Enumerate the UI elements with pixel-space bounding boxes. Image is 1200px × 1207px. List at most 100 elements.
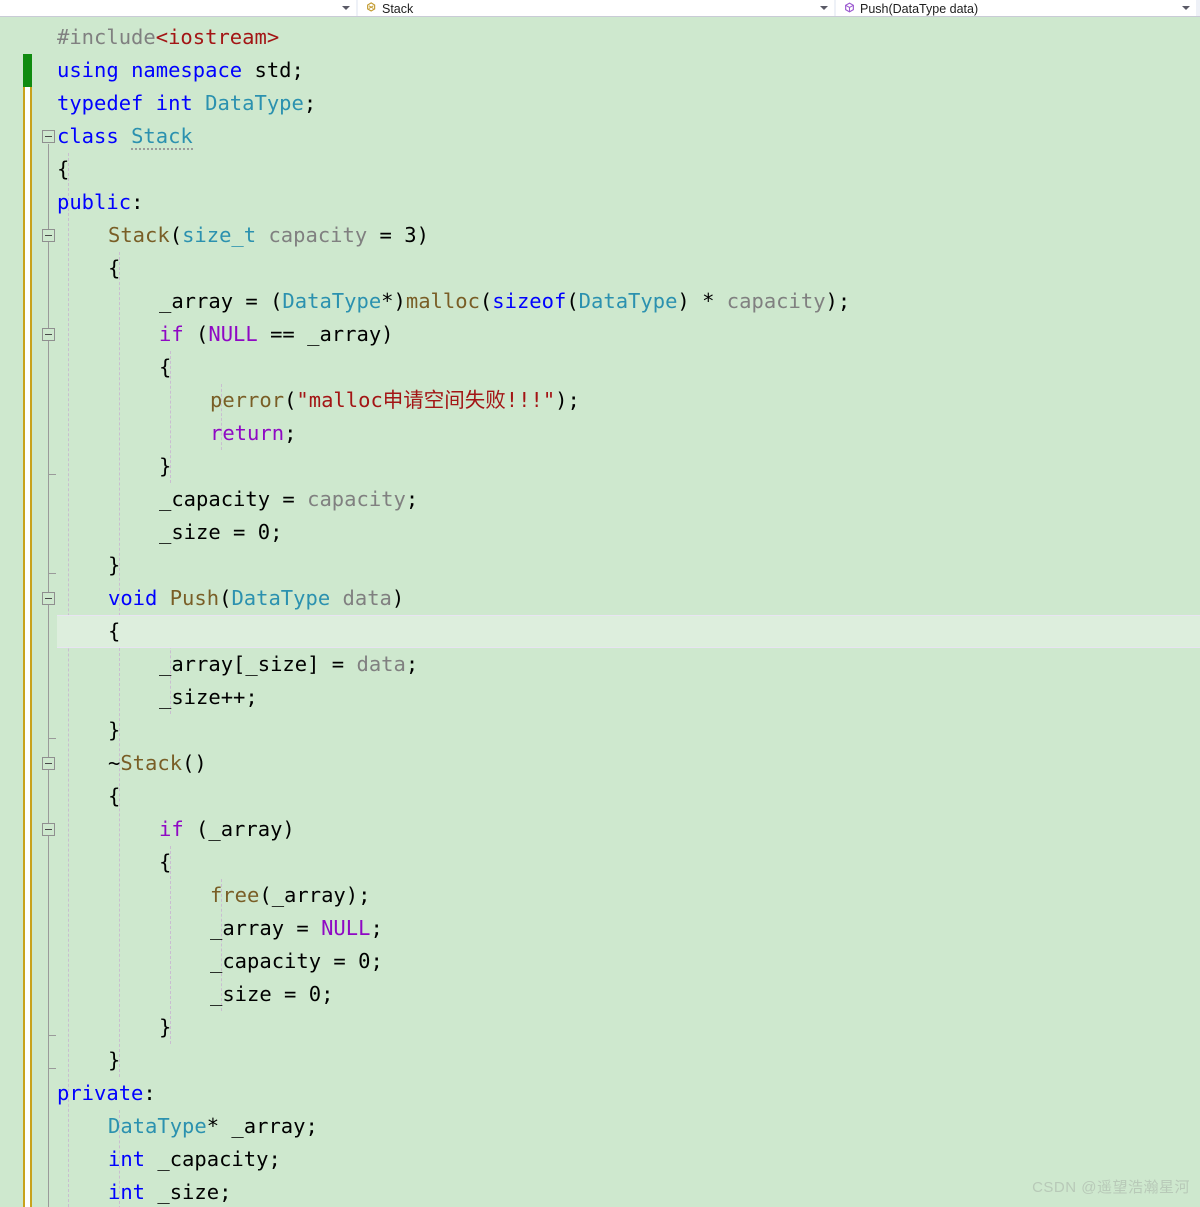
code-line[interactable]: _array = NULL; [0,912,1200,945]
code-token: Stack [108,223,170,247]
code-token: capacity [268,223,368,247]
code-token: } [108,718,121,742]
code-line[interactable]: } [0,1011,1200,1044]
code-line[interactable]: _size = 0; [0,978,1200,1011]
code-line[interactable]: #include<iostream> [0,21,1200,54]
chevron-down-icon[interactable] [342,6,350,10]
code-line[interactable]: { [0,615,1200,648]
code-token: using [57,58,119,82]
code-token: () [182,751,207,775]
code-token: _capacity; [145,1147,281,1171]
code-line[interactable]: if (NULL == _array) [0,318,1200,351]
code-token: Stack [131,124,193,150]
code-token: NULL [321,916,371,940]
code-token: sizeof [492,289,567,313]
code-line[interactable]: { [0,252,1200,285]
code-line[interactable]: { [0,351,1200,384]
code-token: capacity [307,487,406,511]
code-line[interactable]: } [0,1044,1200,1077]
code-token: _array[_size] = [159,652,357,676]
code-line[interactable]: _size = 0; [0,516,1200,549]
code-line[interactable]: _array = (DataType*)malloc(sizeof(DataTy… [0,285,1200,318]
chevron-down-icon[interactable] [1182,6,1190,10]
code-token: _size++; [159,685,258,709]
code-token: _size; [145,1180,232,1204]
code-line[interactable]: } [0,549,1200,582]
chevron-down-icon[interactable] [820,6,828,10]
code-editor[interactable]: #include<iostream> using namespace std; ty… [0,17,1200,1207]
code-token: DataType [231,586,331,610]
code-token: } [159,454,172,478]
code-token: ~ [108,751,121,775]
code-line[interactable]: perror("malloc申请空间失败!!!"); [0,384,1200,417]
code-token: ( [183,322,209,346]
code-token: int [108,1180,146,1204]
code-token: void [108,586,158,610]
code-token: ) [391,586,405,610]
csdn-watermark: CSDN @遥望浩瀚星河 [1032,1179,1190,1196]
code-token: data [342,586,392,610]
code-token: { [159,355,172,379]
code-line[interactable]: return; [0,417,1200,450]
code-line[interactable]: } [0,450,1200,483]
code-token: Push [169,586,220,610]
code-token: DataType [578,289,678,313]
code-token: ; [405,652,419,676]
class-dropdown[interactable]: Stack [358,0,836,16]
scope-dropdown[interactable] [0,0,358,16]
editor-navigation-bar: Stack Push(DataType data) [0,0,1200,17]
code-token: int [155,91,193,115]
code-token: ); [555,388,580,412]
code-line[interactable]: class Stack [0,120,1200,153]
code-token: : [143,1081,156,1105]
code-token: ( [479,289,493,313]
code-token: ; [405,487,419,511]
code-token: ; [303,91,317,115]
code-line[interactable]: _capacity = 0; [0,945,1200,978]
code-line[interactable]: int _capacity; [0,1143,1200,1176]
code-line[interactable]: _array[_size] = data; [0,648,1200,681]
code-token: { [108,256,121,280]
code-token: perror [210,388,285,412]
code-token: } [108,553,121,577]
code-line[interactable]: Stack(size_t capacity = 3) [0,219,1200,252]
code-token: _size = 0; [210,982,334,1006]
code-line[interactable]: int _size; [0,1176,1200,1207]
code-line[interactable]: { [0,846,1200,879]
code-line[interactable]: if (_array) [0,813,1200,846]
code-token: data [356,652,406,676]
code-token: } [108,1048,121,1072]
code-line[interactable]: private: [0,1077,1200,1110]
code-line[interactable]: { [0,153,1200,186]
code-line[interactable]: { [0,780,1200,813]
code-line[interactable]: DataType* _array; [0,1110,1200,1143]
code-line[interactable]: void Push(DataType data) [0,582,1200,615]
code-line[interactable]: _size++; [0,681,1200,714]
code-token: _size = 0; [159,520,283,544]
code-token: if [159,817,184,841]
code-line[interactable]: ~Stack() [0,747,1200,780]
code-token: : [131,190,144,214]
method-dropdown[interactable]: Push(DataType data) [836,0,1198,16]
code-token: if [159,322,184,346]
code-line[interactable]: free(_array); [0,879,1200,912]
code-token: * _array; [206,1114,318,1138]
code-line[interactable]: using namespace std; [0,54,1200,87]
code-line[interactable]: } [0,714,1200,747]
code-line[interactable]: typedef int DataType; [0,87,1200,120]
code-token: = 3) [367,223,429,247]
code-token: { [159,850,172,874]
code-token: "malloc申请空间失败!!!" [296,388,556,412]
code-token: _array = [210,916,322,940]
class-dropdown-label: Stack [382,2,414,16]
code-token: typedef [57,91,144,115]
code-line[interactable]: public: [0,186,1200,219]
code-line[interactable]: _capacity = capacity; [0,483,1200,516]
code-token: namespace [131,58,243,82]
code-token: class [57,124,119,148]
code-token: capacity [726,289,826,313]
code-token: DataType [108,1114,207,1138]
